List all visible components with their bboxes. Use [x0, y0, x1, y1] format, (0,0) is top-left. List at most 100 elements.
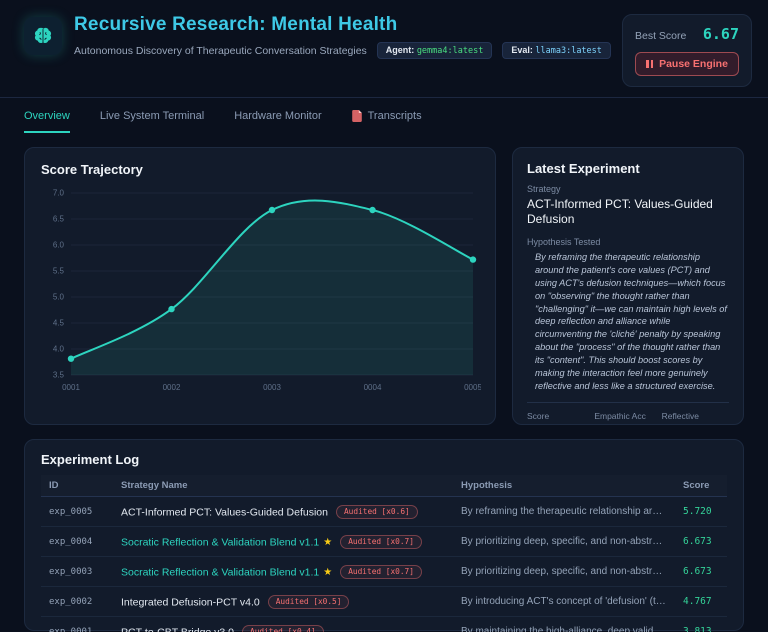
- experiment-id: exp_0001: [41, 617, 113, 632]
- latest-experiment-title: Latest Experiment: [527, 161, 729, 176]
- tab-label: Overview: [24, 110, 70, 122]
- tab-label: Live System Terminal: [100, 110, 204, 122]
- experiment-log-panel: Experiment Log IDStrategy NameHypothesis…: [24, 439, 744, 631]
- agent-badge: Agent: gemma4:latest: [377, 42, 493, 59]
- page-subtitle: Autonomous Discovery of Therapeutic Conv…: [74, 45, 367, 57]
- data-point: [68, 356, 74, 362]
- tab-bar: Overview Live System Terminal Hardware Mon…: [0, 98, 768, 133]
- table-body: exp_0005ACT-Informed PCT: Values-Guided …: [41, 497, 727, 632]
- hypothesis-text: By reframing the therapeutic relationshi…: [527, 251, 729, 393]
- stat-value: 4.5: [594, 424, 661, 425]
- best-score-panel: Best Score 6.67 Pause Engine: [622, 14, 752, 87]
- star-icon: ★: [323, 537, 332, 548]
- table-header-row: IDStrategy NameHypothesisScore: [41, 475, 727, 497]
- table-row[interactable]: exp_0005ACT-Informed PCT: Values-Guided …: [41, 497, 727, 527]
- strategy-cell: Integrated Defusion-PCT v4.0 Audited [x0.…: [113, 587, 453, 617]
- main-content: Score Trajectory 3.54.04.55.05.56.06.57.…: [24, 147, 744, 425]
- column-header-score: Score: [675, 475, 727, 497]
- experiment-id: exp_0002: [41, 587, 113, 617]
- table-row[interactable]: exp_0004 Socratic Reflection & Validation…: [41, 527, 727, 557]
- agent-badge-label: Agent:: [386, 45, 415, 55]
- dashboard: Recursive Research: Mental Health Autono…: [0, 0, 768, 632]
- tab-live-system-terminal[interactable]: Live System Terminal: [100, 110, 204, 133]
- stat-score: Score5.72: [527, 411, 594, 425]
- audited-badge: Audited [x0.7]: [340, 535, 422, 549]
- audited-badge: Audited [x0.6]: [336, 505, 418, 519]
- audited-badge: Audited [x0.5]: [268, 595, 350, 609]
- experiment-id: exp_0004: [41, 527, 113, 557]
- strategy-name: ACT-Informed PCT: Values-Guided Defusion: [527, 197, 729, 227]
- page-title: Recursive Research: Mental Health: [74, 14, 611, 36]
- pause-engine-label: Pause Engine: [659, 58, 728, 70]
- chart-title: Score Trajectory: [41, 162, 479, 177]
- svg-text:0003: 0003: [263, 383, 281, 392]
- tab-transcripts[interactable]: Transcripts: [352, 110, 422, 133]
- stat-label: Reflective: [662, 411, 729, 421]
- experiment-id: exp_0005: [41, 497, 113, 527]
- best-score-label: Best Score: [635, 30, 686, 42]
- brain-logo-icon: [24, 17, 62, 55]
- strategy-cell: ACT-Informed PCT: Values-Guided Defusion…: [113, 497, 453, 527]
- stat-label: Empathic Acc: [594, 411, 661, 421]
- experiment-table: IDStrategy NameHypothesisScore exp_0005A…: [41, 475, 727, 632]
- agent-badge-value: gemma4:latest: [417, 46, 484, 56]
- svg-text:4.5: 4.5: [53, 319, 65, 328]
- strategy-cell: Socratic Reflection & Validation Blend v…: [113, 527, 453, 557]
- document-icon: [352, 110, 362, 122]
- score-trajectory-panel: Score Trajectory 3.54.04.55.05.56.06.57.…: [24, 147, 496, 425]
- star-icon: ★: [323, 567, 332, 578]
- experiment-id: exp_0003: [41, 557, 113, 587]
- table-row[interactable]: exp_0002 Integrated Defusion-PCT v4.0 Audi…: [41, 587, 727, 617]
- hypothesis-cell: By prioritizing deep, specific, and non-…: [453, 527, 675, 557]
- svg-text:6.0: 6.0: [53, 241, 65, 250]
- strategy-cell: Socratic Reflection & Validation Blend v…: [113, 557, 453, 587]
- column-header-id: ID: [41, 475, 113, 497]
- tab-label: Transcripts: [368, 110, 422, 122]
- strategy-cell: PCT-to-CBT Bridge v3.0 Audited [x0.4]: [113, 617, 453, 632]
- svg-text:0002: 0002: [163, 383, 181, 392]
- score-cell: 5.720: [675, 497, 727, 527]
- svg-text:7.0: 7.0: [53, 189, 65, 198]
- score-cell: 6.673: [675, 557, 727, 587]
- score-cell: 6.673: [675, 527, 727, 557]
- strategy-label: Strategy: [527, 184, 729, 194]
- tab-overview[interactable]: Overview: [24, 110, 70, 133]
- svg-text:0005: 0005: [464, 383, 481, 392]
- strategy-name: Socratic Reflection & Validation Blend v…: [121, 566, 319, 578]
- data-point: [168, 306, 174, 312]
- score-cell: 3.813: [675, 617, 727, 632]
- column-header-hypothesis: Hypothesis: [453, 475, 675, 497]
- svg-text:0001: 0001: [62, 383, 80, 392]
- eval-badge: Eval: llama3:latest: [502, 42, 611, 59]
- latest-stats: Score5.72Empathic Acc 4.5Reflective5.0: [527, 411, 729, 425]
- best-score-value: 6.67: [703, 25, 739, 43]
- svg-text:4.0: 4.0: [53, 345, 65, 354]
- stat-reflective: Reflective5.0: [662, 411, 729, 425]
- stat-value: 5.72: [527, 424, 594, 425]
- strategy-name: Socratic Reflection & Validation Blend v…: [121, 536, 319, 548]
- table-row[interactable]: exp_0003 Socratic Reflection & Validation…: [41, 557, 727, 587]
- score-cell: 4.767: [675, 587, 727, 617]
- strategy-name: Integrated Defusion-PCT v4.0: [121, 596, 260, 608]
- svg-text:0004: 0004: [364, 383, 382, 392]
- data-point: [269, 207, 275, 213]
- audited-badge: Audited [x0.4]: [242, 625, 324, 632]
- tab-hardware-monitor[interactable]: Hardware Monitor: [234, 110, 321, 133]
- strategy-name: ACT-Informed PCT: Values-Guided Defusion: [121, 506, 328, 518]
- strategy-name: PCT-to-CBT Bridge v3.0: [121, 626, 234, 632]
- audited-badge: Audited [x0.7]: [340, 565, 422, 579]
- hypothesis-cell: By prioritizing deep, specific, and non-…: [453, 557, 675, 587]
- eval-badge-value: llama3:latest: [535, 46, 602, 56]
- experiment-log-title: Experiment Log: [41, 452, 727, 467]
- pause-engine-button[interactable]: Pause Engine: [635, 52, 739, 76]
- data-point: [470, 256, 476, 262]
- divider: [527, 402, 729, 403]
- pause-icon: [646, 60, 653, 68]
- svg-text:5.5: 5.5: [53, 267, 65, 276]
- hypothesis-cell: By reframing the therapeutic relationshi…: [453, 497, 675, 527]
- header: Recursive Research: Mental Health Autono…: [0, 0, 768, 98]
- data-point: [369, 207, 375, 213]
- stat-empathic-acc: Empathic Acc 4.5: [594, 411, 661, 425]
- eval-badge-label: Eval:: [511, 45, 533, 55]
- table-row[interactable]: exp_0001 PCT-to-CBT Bridge v3.0 Audited [x…: [41, 617, 727, 632]
